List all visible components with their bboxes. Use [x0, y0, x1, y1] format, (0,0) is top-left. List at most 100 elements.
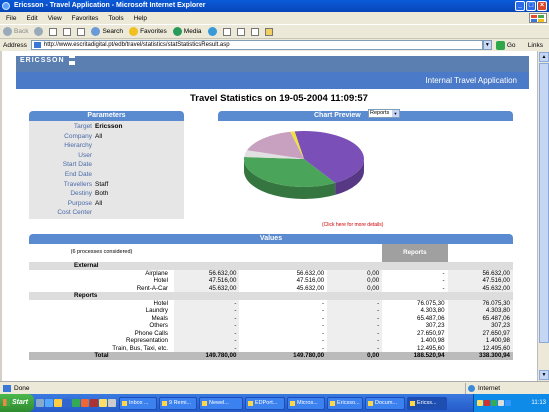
star-icon — [129, 27, 139, 36]
start-button[interactable]: Start — [0, 394, 34, 412]
row-label: Others — [149, 322, 168, 329]
chart-type-select[interactable]: Reports ▼ — [368, 109, 400, 118]
menu-view[interactable]: View — [48, 15, 62, 22]
tray-antivirus-icon[interactable] — [484, 400, 490, 406]
media-button[interactable]: Media — [172, 27, 202, 36]
media-icon — [172, 27, 182, 36]
parameters-panel: Target Ericsson Company All Hierarchy User Sta… — [29, 121, 184, 219]
cell-reports: 307,23 — [425, 322, 445, 329]
task-buttons: Inbox ... 9 Remi... Newel... EDPort... Micro… — [119, 396, 447, 410]
refresh-button[interactable] — [63, 27, 72, 36]
mail-button[interactable] — [222, 27, 231, 36]
minimize-button[interactable]: _ — [515, 1, 525, 11]
taskbar-item[interactable]: Ericsso... — [327, 396, 363, 410]
favorites-button[interactable]: Favorites — [129, 27, 167, 36]
taskbar-item[interactable]: Micros... — [287, 396, 325, 410]
menu-edit[interactable]: Edit — [26, 15, 37, 22]
window-title: Ericsson - Travel Application - Microsof… — [14, 2, 206, 9]
total-budget: 149.780,00 — [174, 352, 240, 360]
taskbar-item[interactable]: Ericss... — [407, 396, 447, 410]
ql-access-icon[interactable] — [90, 399, 98, 407]
taskbar-item[interactable]: 9 Remi... — [159, 396, 197, 410]
search-button[interactable]: Search — [91, 27, 123, 36]
cell-reports: - — [442, 284, 445, 292]
edit-icon — [250, 27, 259, 36]
address-dropdown-icon[interactable]: ▼ — [482, 40, 492, 50]
taskbar-item[interactable]: EDPort... — [245, 396, 285, 410]
clock: 11:13 — [531, 400, 546, 406]
tray-app-icon[interactable] — [505, 400, 511, 406]
address-input[interactable]: http://www.escritadigital.pt/edb/travel/… — [30, 40, 483, 50]
parameters-title: Parameters — [87, 112, 126, 119]
row-label: Representation — [126, 337, 168, 344]
cell-total: 4.303,80 — [447, 307, 513, 315]
taskbar-item[interactable]: Newel... — [199, 396, 243, 410]
back-label: Back — [14, 28, 29, 35]
cell-reports: 12.495,60 — [417, 344, 445, 352]
cell-tbi: - — [322, 299, 325, 307]
forward-button[interactable] — [34, 27, 44, 36]
ql-explorer-icon[interactable] — [99, 399, 107, 407]
row-label: Hotel — [153, 299, 168, 307]
close-button[interactable]: × — [537, 1, 547, 11]
param-value: Both — [95, 190, 109, 198]
ql-app-icon[interactable] — [108, 399, 116, 407]
scroll-up-icon[interactable]: ▲ — [539, 52, 549, 62]
tray-network-icon[interactable] — [477, 400, 483, 406]
cell-budget: - — [174, 314, 240, 322]
maximize-button[interactable]: □ — [526, 1, 536, 11]
cell-budget: - — [174, 337, 240, 345]
media-label: Media — [183, 28, 202, 35]
total-row: Total 149.780,00 149.780,00 0,00 188.520,94 3… — [29, 352, 513, 360]
vertical-scrollbar[interactable]: ▲ ▼ — [537, 51, 549, 381]
tray-messenger-icon[interactable] — [491, 400, 497, 406]
ql-excel-icon[interactable] — [72, 399, 80, 407]
history-button[interactable] — [207, 27, 217, 36]
taskbar-item[interactable]: Docum... — [365, 396, 405, 410]
cell-budget: - — [174, 344, 240, 352]
links-button[interactable]: Links — [528, 42, 543, 49]
stop-button[interactable] — [49, 27, 58, 36]
print-button[interactable] — [236, 27, 245, 36]
ql-desktop-icon[interactable] — [36, 399, 44, 407]
pie-chart[interactable] — [218, 121, 513, 219]
task-app-icon — [368, 400, 373, 406]
menu-file[interactable]: File — [6, 15, 16, 22]
go-label: Go — [506, 41, 516, 49]
scroll-down-icon[interactable]: ▼ — [539, 370, 549, 380]
menu-favorites[interactable]: Favorites — [72, 15, 99, 22]
task-label: Ericss... — [417, 399, 437, 406]
edit-button[interactable] — [250, 27, 259, 36]
folder-button[interactable] — [264, 27, 273, 36]
task-label: 9 Remi... — [169, 399, 192, 406]
col-values-label: Values — [273, 246, 294, 253]
cell-reports: 76.075,30 — [417, 299, 445, 307]
param-label: User — [78, 151, 92, 159]
ql-ppt-icon[interactable] — [81, 399, 89, 407]
ql-word-icon[interactable] — [63, 399, 71, 407]
col-invoiced: Invoiced — [327, 244, 383, 262]
tray-volume-icon[interactable] — [498, 400, 504, 406]
ql-outlook-icon[interactable] — [54, 399, 62, 407]
scroll-thumb[interactable] — [539, 63, 549, 343]
taskbar-item[interactable]: Inbox ... — [119, 396, 157, 410]
mail-icon — [222, 27, 231, 36]
chart-details-link[interactable]: (Click here for more details) — [322, 222, 383, 228]
forward-arrow-icon — [34, 27, 44, 36]
table-row: Train, Bus, Taxi, etc. - - -12.495,60 12.495… — [29, 344, 513, 352]
table-row: Representation - - -1.400,98 1.400,98 — [29, 337, 513, 345]
menu-tools[interactable]: Tools — [108, 15, 123, 22]
cell-tbi: - — [322, 314, 325, 322]
ql-ie-icon[interactable] — [45, 399, 53, 407]
param-label: Hierarchy — [64, 142, 92, 150]
window-titlebar[interactable]: Ericsson - Travel Application - Microsof… — [0, 0, 549, 12]
table-row: Meals - - -65.487,06 65.487,06 — [29, 314, 513, 322]
go-button[interactable]: Go — [495, 40, 516, 50]
cell-reports: 27.650,97 — [417, 329, 445, 337]
row-label: Train, Bus, Taxi, etc. — [112, 344, 168, 352]
cell-invoiced: - — [327, 344, 383, 352]
back-button[interactable]: Back — [3, 27, 28, 36]
home-button[interactable] — [77, 27, 86, 36]
chart-preview-panel[interactable] — [218, 121, 513, 219]
menu-help[interactable]: Help — [134, 15, 147, 22]
